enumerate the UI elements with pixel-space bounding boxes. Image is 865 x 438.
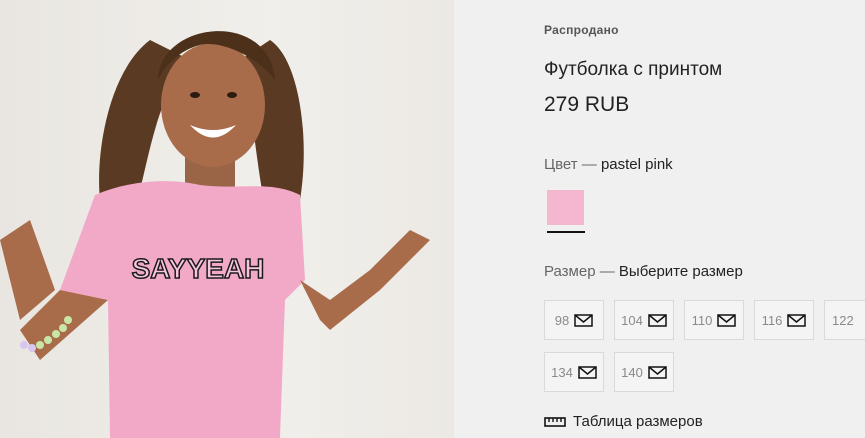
size-option-label: 122 [832,312,854,328]
size-option-label: 104 [621,312,643,328]
selected-swatch-indicator [547,231,585,233]
color-value: pastel pink [600,156,673,173]
size-option-label: 110 [691,312,713,328]
size-prompt: Выберите размер [618,263,743,280]
size-option-110[interactable]: 110 [684,300,744,340]
size-option-116[interactable]: 116 [754,300,814,340]
size-option-label: 134 [551,364,573,380]
size-option-98[interactable]: 98 [544,300,604,340]
product-price: 279 RUB [544,93,630,116]
status-badge: Распродано [544,23,619,37]
envelope-icon [574,313,593,327]
envelope-icon [787,313,807,327]
color-label-prefix: Цвет — [544,156,597,173]
envelope-icon [648,313,667,327]
shirt-print-text: SAYYEAH [132,253,265,284]
size-option-label: 116 [761,312,783,328]
color-label: Цвет — pastel pink [544,156,673,173]
size-option-label: 140 [621,364,643,380]
product-photo: SAYYEAH [0,0,454,438]
envelope-icon [648,365,667,379]
product-title: Футболка с принтом [544,59,723,80]
size-option-label: 98 [554,312,570,328]
size-option-122[interactable]: 122 [824,300,865,340]
size-option-104[interactable]: 104 [614,300,674,340]
product-details: Распродано Футболка с принтом 279 RUB Цв… [544,0,865,438]
size-table-label: Таблица размеров [573,413,703,430]
size-label: Размер — Выберите размер [544,263,743,280]
envelope-icon [578,365,597,379]
size-option-134[interactable]: 134 [544,352,604,392]
color-swatch-pastel-pink[interactable] [547,190,584,225]
size-option-140[interactable]: 140 [614,352,674,392]
envelope-icon [717,313,737,327]
size-label-prefix: Размер — [544,263,615,280]
size-table-link[interactable]: Таблица размеров [544,413,703,430]
ruler-icon [544,416,566,427]
